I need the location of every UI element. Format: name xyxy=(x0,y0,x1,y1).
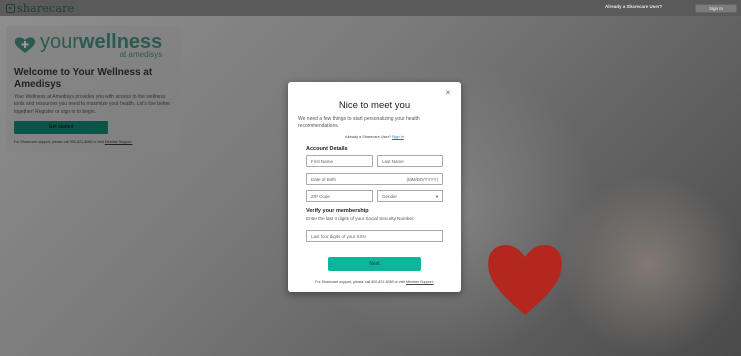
modal-support-prefix: For Sharecare support, please call 800-8… xyxy=(315,280,405,284)
modal-already-user: Already a Sharecare User? Sign In xyxy=(288,135,461,139)
get-started-button[interactable]: Get started xyxy=(14,120,108,134)
verify-membership-heading: Verify your membership xyxy=(306,208,369,214)
logo-your: your xyxy=(40,31,79,53)
red-heart-image xyxy=(488,244,562,315)
welcome-support-prefix: For Sharecare support, please call 800-8… xyxy=(14,139,104,144)
modal-support-text: For Sharecare support, please call 800-8… xyxy=(288,280,461,284)
already-user-text: Already a Sharecare User? xyxy=(605,4,663,9)
background-hands xyxy=(560,170,740,356)
ssn-description: Enter the last 4 digits of your Social S… xyxy=(306,216,415,221)
chevron-down-icon: ▼ xyxy=(435,193,439,199)
welcome-body: Your Wellness at Amedisys provides you w… xyxy=(14,94,171,115)
sharecare-logo[interactable]: sharecare xyxy=(6,1,74,15)
welcome-title: Welcome to Your Wellness at Amedisys xyxy=(14,67,153,90)
gender-placeholder: Gender xyxy=(382,193,398,199)
last-name-input[interactable]: Last Name xyxy=(377,155,443,167)
first-name-placeholder: First Name xyxy=(311,158,334,164)
modal-sign-in-link[interactable]: Sign In xyxy=(392,135,404,139)
close-icon[interactable]: ✕ xyxy=(445,89,451,97)
sharecare-logo-text: sharecare xyxy=(17,1,75,15)
next-button[interactable]: Next xyxy=(328,257,421,271)
welcome-member-support-link[interactable]: Member Support. xyxy=(105,140,133,144)
signup-modal: ✕ Nice to meet you We need a few things … xyxy=(288,82,461,292)
your-wellness-logo: yourwellness at amedisys xyxy=(14,32,173,64)
welcome-card: yourwellness at amedisys Welcome to Your… xyxy=(6,26,181,152)
modal-title: Nice to meet you xyxy=(338,100,411,111)
zip-code-input[interactable]: ZIP Code xyxy=(306,190,373,202)
last-name-placeholder: Last Name xyxy=(382,158,404,164)
heart-plus-icon xyxy=(14,37,36,53)
dob-placeholder: Date of Birth xyxy=(311,176,337,182)
modal-already-prefix: Already a Sharecare User? xyxy=(345,135,391,139)
ssn-placeholder: Last four digits of your SSN xyxy=(311,233,366,239)
ssn-input[interactable]: Last four digits of your SSN xyxy=(306,230,443,242)
account-details-heading: Account Details xyxy=(306,146,348,152)
date-of-birth-input[interactable]: Date of Birth (MM/DD/YYYY) xyxy=(306,173,443,185)
modal-intro: We need a few things to start personaliz… xyxy=(298,116,420,129)
zip-placeholder: ZIP Code xyxy=(311,193,330,199)
sign-in-button[interactable]: Sign In xyxy=(695,4,737,13)
modal-member-support-link[interactable]: Member Support. xyxy=(406,280,434,284)
gender-select[interactable]: Gender ▼ xyxy=(377,190,443,202)
sharecare-logo-icon xyxy=(6,3,15,13)
dob-format-hint: (MM/DD/YYYY) xyxy=(406,176,439,182)
top-bar: sharecare Already a Sharecare User? Sign… xyxy=(0,0,741,16)
first-name-input[interactable]: First Name xyxy=(306,155,373,167)
welcome-support-text: For Sharecare support, please call 800-8… xyxy=(14,140,173,144)
